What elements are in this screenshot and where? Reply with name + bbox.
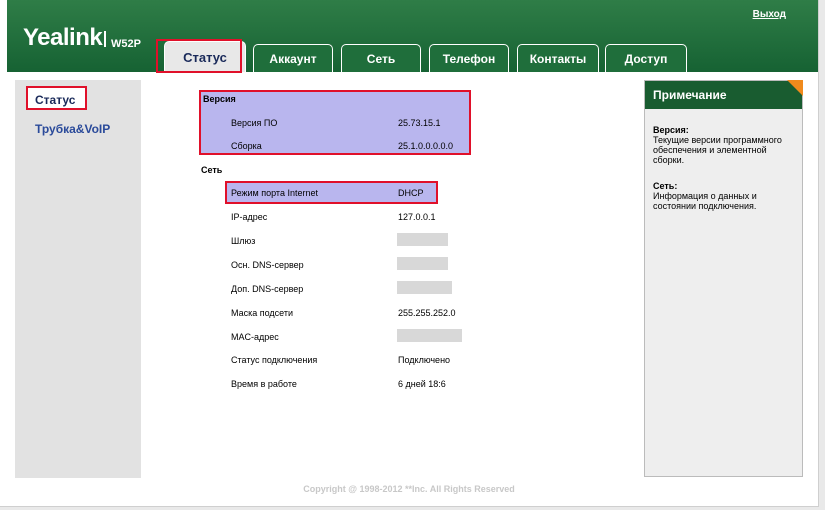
mac-address-label: MAC-адрес: [231, 332, 279, 342]
ip-address-label: IP-адрес: [231, 212, 268, 222]
primary-dns-label: Осн. DNS-сервер: [231, 260, 304, 270]
note-entry-network: Сеть: Информация о данных и состоянии по…: [653, 181, 799, 211]
page-frame: Yealink W52P Выход Статус Аккаунт Сеть Т…: [0, 0, 819, 507]
internet-port-mode-label: Режим порта Internet: [231, 188, 318, 198]
uptime-label: Время в работе: [231, 379, 297, 389]
tab-network[interactable]: Сеть: [341, 44, 421, 72]
device-model: W52P: [111, 38, 141, 50]
primary-dns-value-redacted: [397, 257, 448, 270]
build-value: 25.1.0.0.0.0.0: [398, 141, 454, 151]
mac-address-value-redacted: [397, 329, 462, 342]
ip-address-value: 127.0.0.1: [398, 212, 436, 222]
tab-contacts[interactable]: Контакты: [517, 44, 599, 72]
logo-separator: [104, 31, 106, 47]
note-version-heading: Версия:: [653, 125, 689, 135]
note-corner-accent: [787, 80, 803, 96]
secondary-dns-label: Доп. DNS-сервер: [231, 284, 304, 294]
connection-status-label: Статус подключения: [231, 355, 318, 365]
gateway-label: Шлюз: [231, 236, 256, 246]
network-section-title: Сеть: [201, 165, 223, 175]
footer-copyright: Copyright @ 1998-2012 **Inc. All Rights …: [303, 484, 515, 494]
note-network-heading: Сеть:: [653, 181, 678, 191]
sidebar-item-handset-voip[interactable]: Трубка&VoIP: [35, 122, 110, 136]
firmware-version-value: 25.73.15.1: [398, 118, 441, 128]
brand-logo: Yealink: [23, 24, 103, 51]
note-title: Примечание: [645, 81, 802, 109]
secondary-dns-value-redacted: [397, 281, 452, 294]
note-network-text: Информация о данных и состоянии подключе…: [653, 191, 757, 211]
connection-status-value: Подключено: [398, 355, 451, 365]
note-panel: Примечание Версия: Текущие версии програ…: [644, 80, 803, 477]
version-section-title: Версия: [203, 94, 236, 104]
uptime-value: 6 дней 18:6: [398, 379, 446, 389]
tab-account[interactable]: Аккаунт: [253, 44, 333, 72]
logout-link[interactable]: Выход: [753, 9, 786, 20]
subnet-mask-value: 255.255.252.0: [398, 308, 456, 318]
tab-status[interactable]: Статус: [164, 41, 246, 72]
build-label: Сборка: [231, 141, 262, 151]
note-version-text: Текущие версии программного обеспечения …: [653, 135, 782, 165]
firmware-version-label: Версия ПО: [231, 118, 278, 128]
tab-access[interactable]: Доступ: [605, 44, 687, 72]
subnet-mask-label: Маска подсети: [231, 308, 294, 318]
sidebar: [15, 80, 141, 478]
internet-port-mode-value: DHCP: [398, 188, 424, 198]
header-bar: Yealink W52P Выход Статус Аккаунт Сеть Т…: [7, 0, 818, 72]
tab-phone[interactable]: Телефон: [429, 44, 509, 72]
sidebar-item-status[interactable]: Статус: [35, 93, 75, 107]
note-entry-version: Версия: Текущие версии программного обес…: [653, 125, 799, 165]
gateway-value-redacted: [397, 233, 448, 246]
